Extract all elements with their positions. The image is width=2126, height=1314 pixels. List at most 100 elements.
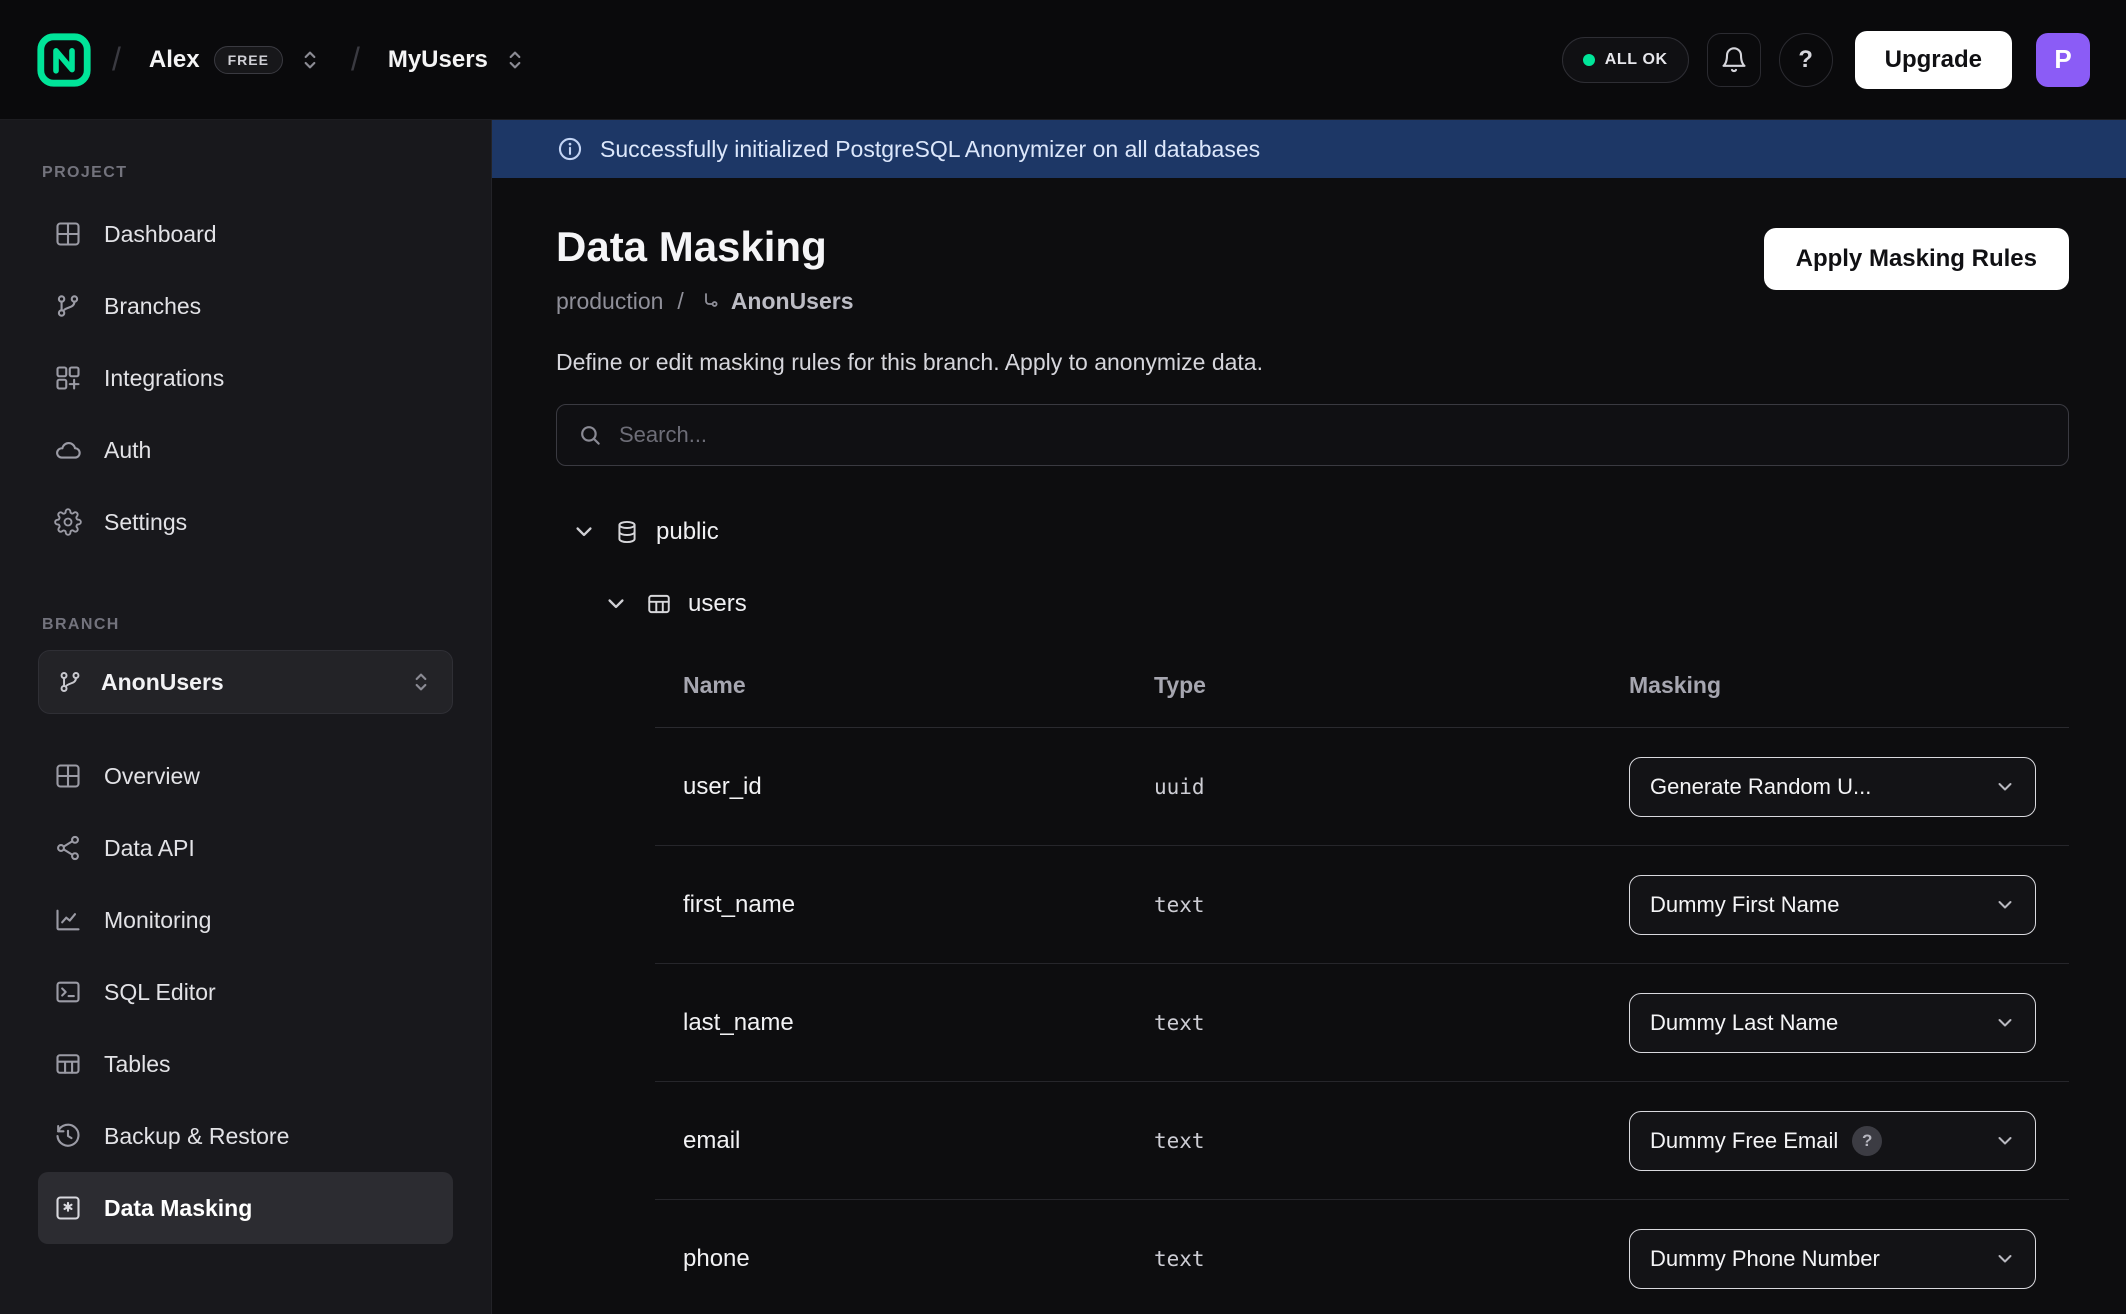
search-icon	[577, 422, 603, 448]
masking-rule-value: Dummy Free Email	[1650, 1128, 1838, 1154]
status-ok-dot-icon	[1583, 54, 1595, 66]
page-content: Data Masking production / AnonUsers Appl…	[492, 178, 2126, 1314]
table-row: first_name text Dummy First Name	[655, 846, 2069, 964]
column-name-cell: first_name	[655, 891, 1154, 919]
column-header-masking: Masking	[1629, 672, 2069, 699]
masking-rule-select[interactable]: Dummy First Name	[1629, 875, 2036, 935]
column-name-cell: email	[655, 1127, 1154, 1155]
chevron-down-icon	[1993, 893, 2017, 917]
git-branch-icon	[54, 292, 82, 320]
blocks-icon	[54, 364, 82, 392]
chevron-down-icon	[1993, 1129, 2017, 1153]
table-row: last_name text Dummy Last Name	[655, 964, 2069, 1082]
topbar-separator: /	[112, 41, 121, 78]
sidebar-item-overview[interactable]: Overview	[38, 740, 453, 812]
neon-logo[interactable]	[36, 32, 92, 88]
column-type-cell: text	[1154, 893, 1629, 917]
sidebar-item-data-api[interactable]: Data API	[38, 812, 453, 884]
git-branch-icon	[57, 669, 83, 695]
sidebar: PROJECT Dashboard Branches Integrations …	[0, 120, 492, 1314]
schema-tree: public users Name Type Masking	[556, 512, 2069, 1314]
table-name: users	[688, 590, 747, 618]
column-name-cell: user_id	[655, 773, 1154, 801]
breadcrumb-separator: /	[677, 288, 683, 315]
sidebar-item-branches[interactable]: Branches	[38, 270, 453, 342]
status-pill[interactable]: ALL OK	[1562, 37, 1689, 83]
sidebar-section-project: PROJECT	[42, 164, 453, 182]
sidebar-item-tables[interactable]: Tables	[38, 1028, 453, 1100]
masking-rule-select[interactable]: Generate Random U...	[1629, 757, 2036, 817]
question-mark-icon: ?	[1798, 46, 1813, 74]
sidebar-item-monitoring[interactable]: Monitoring	[38, 884, 453, 956]
table-header-row: Name Type Masking	[655, 672, 2069, 728]
tree-node-table[interactable]: users	[602, 584, 2069, 624]
sidebar-item-sql-editor[interactable]: SQL Editor	[38, 956, 453, 1028]
topbar-separator: /	[351, 41, 360, 78]
sidebar-item-backup-restore[interactable]: Backup & Restore	[38, 1100, 453, 1172]
upgrade-button[interactable]: Upgrade	[1855, 31, 2012, 89]
chart-line-icon	[54, 906, 82, 934]
plan-badge: FREE	[214, 46, 283, 74]
chevrons-up-down-icon	[297, 47, 323, 73]
branch-selector[interactable]: AnonUsers	[38, 650, 453, 714]
masking-rule-select[interactable]: Dummy Phone Number	[1629, 1229, 2036, 1289]
apply-masking-rules-button[interactable]: Apply Masking Rules	[1764, 228, 2069, 290]
project-selector[interactable]: MyUsers	[380, 40, 536, 80]
search-bar[interactable]	[556, 404, 2069, 466]
mask-asterisk-icon	[54, 1194, 82, 1222]
breadcrumb: production / AnonUsers	[556, 288, 854, 315]
sidebar-item-label: Dashboard	[104, 221, 217, 248]
help-button[interactable]: ?	[1779, 33, 1833, 87]
terminal-icon	[54, 978, 82, 1006]
history-clock-icon	[54, 1122, 82, 1150]
avatar[interactable]: P	[2036, 33, 2090, 87]
sidebar-item-label: Overview	[104, 763, 200, 790]
overview-grid-icon	[54, 762, 82, 790]
column-type-cell: text	[1154, 1011, 1629, 1035]
sidebar-item-label: Integrations	[104, 365, 224, 392]
page-title: Data Masking	[556, 224, 854, 270]
sidebar-item-auth[interactable]: Auth	[38, 414, 453, 486]
table-row: email text Dummy Free Email ?	[655, 1082, 2069, 1200]
bell-icon	[1720, 46, 1748, 74]
org-name: Alex	[149, 46, 200, 74]
sidebar-item-label: SQL Editor	[104, 979, 216, 1006]
column-name-cell: phone	[655, 1245, 1154, 1273]
sidebar-item-dashboard[interactable]: Dashboard	[38, 198, 453, 270]
org-selector[interactable]: Alex FREE	[141, 40, 331, 80]
search-input[interactable]	[617, 421, 2048, 449]
dashboard-icon	[54, 220, 82, 248]
column-type-cell: text	[1154, 1129, 1629, 1153]
page-description: Define or edit masking rules for this br…	[556, 349, 2069, 376]
tree-node-schema[interactable]: public	[570, 512, 2069, 552]
masking-rule-select[interactable]: Dummy Free Email ?	[1629, 1111, 2036, 1171]
column-type-cell: text	[1154, 1247, 1629, 1271]
sidebar-item-label: Backup & Restore	[104, 1123, 289, 1150]
sidebar-item-label: Monitoring	[104, 907, 211, 934]
info-icon	[556, 135, 584, 163]
database-schema-icon	[614, 519, 640, 545]
chevron-down-icon	[1993, 1247, 2017, 1271]
banner-text: Successfully initialized PostgreSQL Anon…	[600, 136, 1260, 163]
column-type-cell: uuid	[1154, 775, 1629, 799]
success-banner: Successfully initialized PostgreSQL Anon…	[492, 120, 2126, 178]
masking-rule-value: Dummy Phone Number	[1650, 1246, 1880, 1272]
sidebar-item-settings[interactable]: Settings	[38, 486, 453, 558]
sidebar-item-integrations[interactable]: Integrations	[38, 342, 453, 414]
sidebar-item-label: Data Masking	[104, 1195, 252, 1222]
chevron-down-icon	[1993, 1011, 2017, 1035]
table-row: phone text Dummy Phone Number	[655, 1200, 2069, 1314]
project-name: MyUsers	[388, 46, 488, 74]
topbar: / Alex FREE / MyUsers ALL OK ? Upgrade P	[0, 0, 2126, 120]
breadcrumb-parent[interactable]: production	[556, 288, 663, 315]
breadcrumb-branch[interactable]: AnonUsers	[698, 288, 854, 315]
sidebar-section-branch: BRANCH	[42, 616, 453, 634]
notifications-button[interactable]	[1707, 33, 1761, 87]
chevron-down-icon[interactable]	[602, 590, 630, 618]
masking-rule-select[interactable]: Dummy Last Name	[1629, 993, 2036, 1053]
chevron-down-icon[interactable]	[570, 518, 598, 546]
sidebar-item-label: Tables	[104, 1051, 170, 1078]
sidebar-item-data-masking[interactable]: Data Masking	[38, 1172, 453, 1244]
help-tooltip-icon[interactable]: ?	[1852, 1126, 1882, 1156]
masking-rule-value: Generate Random U...	[1650, 774, 1871, 800]
